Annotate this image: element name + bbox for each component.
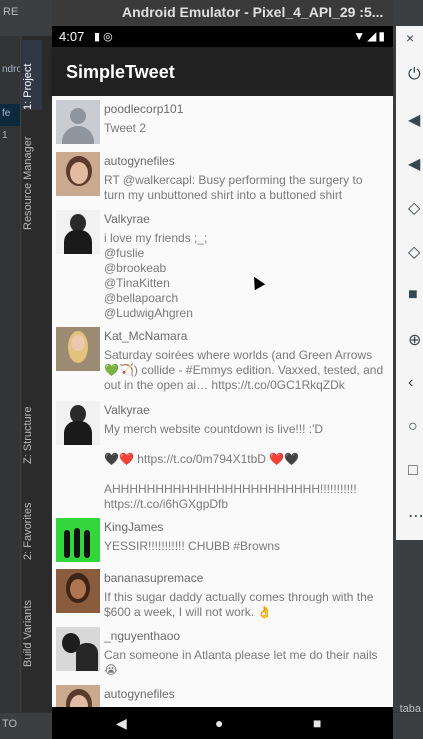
status-time: 4:07: [59, 29, 85, 44]
tab-build-variants[interactable]: Build Variants: [22, 595, 42, 667]
power-icon[interactable]: ⏻: [408, 66, 421, 84]
device-screen: 4:07 ▮ ◎ ▼◢▮ SimpleTweet poodlecorp101 T…: [52, 26, 393, 739]
list-item[interactable]: bananasupremace If this sugar daddy actu…: [52, 565, 393, 623]
ide-tree-row[interactable]: [0, 82, 20, 104]
tweet-body: My merch website countdown is live!!! :'…: [104, 422, 357, 511]
tweet-username: Valkyrae: [104, 212, 150, 226]
app-title: SimpleTweet: [66, 62, 175, 82]
rotate-right-icon[interactable]: ◇: [408, 242, 420, 262]
ide-bottom-right-label[interactable]: taba: [400, 703, 421, 715]
volume-down-icon[interactable]: ◀: [408, 154, 420, 174]
list-item[interactable]: Valkyrae My merch website countdown is l…: [52, 397, 393, 514]
list-item[interactable]: autogynefiles: [52, 681, 393, 707]
tweet-username: _nguyenthaoo: [104, 629, 181, 643]
tweet-body: i love my friends ;_; @fuslie @brookeab …: [104, 231, 208, 320]
zoom-icon[interactable]: ⊕: [408, 330, 421, 350]
avatar[interactable]: [56, 569, 100, 613]
avatar[interactable]: [56, 100, 100, 144]
system-nav-bar: ◀ ● ■: [52, 707, 393, 739]
tab-project[interactable]: 1: Project: [22, 40, 42, 110]
tweet-username: Valkyrae: [104, 403, 150, 417]
list-item[interactable]: _nguyenthaoo Can someone in Atlanta plea…: [52, 623, 393, 681]
signal-battery-icons: ▼◢▮: [353, 29, 387, 43]
ide-tree-row[interactable]: 1: [0, 126, 20, 148]
status-bar: 4:07 ▮ ◎ ▼◢▮: [52, 26, 393, 47]
tweet-body: Saturday soirées where worlds (and Green…: [104, 348, 384, 392]
list-item[interactable]: Valkyrae i love my friends ;_; @fuslie @…: [52, 206, 393, 323]
back-icon[interactable]: ‹: [408, 374, 413, 392]
avatar[interactable]: [56, 401, 100, 445]
emulator-controls-panel: × ⏻ ◀ ◀ ◇ ◇ ■ ⊕ ‹ ○ □ ⋯: [396, 26, 423, 540]
tweet-body: RT @walkercapl: Busy performing the surg…: [104, 173, 363, 202]
tweet-body: Tweet 2: [104, 121, 147, 135]
overview-icon[interactable]: □: [408, 462, 418, 480]
tweet-username: autogynefiles: [104, 154, 175, 168]
tweet-body: Can someone in Atlanta please let me do …: [104, 648, 378, 677]
avatar[interactable]: [56, 210, 100, 254]
tweet-username: poodlecorp101: [104, 102, 184, 116]
rotate-left-icon[interactable]: ◇: [408, 198, 420, 218]
ide-tab[interactable]: RE: [0, 0, 22, 26]
tweet-username: bananasupremace: [104, 571, 204, 585]
notification-icons: ▮ ◎: [94, 31, 113, 43]
volume-up-icon[interactable]: ◀: [408, 110, 420, 130]
list-item[interactable]: KingJames YESSIR!!!!!!!!!!! CHUBB #Brown…: [52, 514, 393, 565]
list-item[interactable]: poodlecorp101 Tweet 2: [52, 96, 393, 148]
avatar[interactable]: [56, 685, 100, 707]
nav-back-icon[interactable]: ◀: [116, 715, 127, 732]
nav-home-icon[interactable]: ●: [215, 715, 223, 731]
tweet-list[interactable]: poodlecorp101 Tweet 2 autogynefiles RT @…: [52, 96, 393, 707]
ide-bottom-tab[interactable]: TO: [2, 718, 17, 730]
tweet-body: YESSIR!!!!!!!!!!! CHUBB #Browns: [104, 539, 281, 553]
avatar[interactable]: [56, 327, 100, 371]
tab-resource-manager[interactable]: Resource Manager: [22, 130, 42, 230]
close-icon[interactable]: ×: [406, 30, 414, 46]
list-item[interactable]: autogynefiles RT @walkercapl: Busy perfo…: [52, 148, 393, 206]
emulator-title: Android Emulator - Pixel_4_API_29 :5...: [52, 0, 393, 26]
tab-favorites[interactable]: 2: Favorites: [22, 496, 42, 560]
tweet-body: If this sugar daddy actually comes throu…: [104, 590, 374, 619]
tweet-username: KingJames: [104, 520, 164, 534]
nav-recent-icon[interactable]: ■: [313, 715, 321, 731]
app-toolbar: SimpleTweet: [52, 47, 393, 96]
tweet-username: autogynefiles: [104, 687, 175, 701]
tab-structure[interactable]: Z: Structure: [22, 400, 42, 464]
avatar[interactable]: [56, 152, 100, 196]
tweet-username: Kat_McNamara: [104, 329, 188, 343]
list-item[interactable]: Kat_McNamara Saturday soirées where worl…: [52, 323, 393, 397]
ide-project-panel: ndroi fe 1: [0, 36, 20, 739]
avatar[interactable]: [56, 518, 100, 562]
avatar[interactable]: [56, 627, 100, 671]
more-icon[interactable]: ⋯: [408, 506, 423, 526]
home-icon[interactable]: ○: [408, 418, 418, 436]
ide-tree-row[interactable]: ndroi: [0, 60, 20, 82]
ide-tree-row[interactable]: fe: [0, 104, 20, 126]
camera-icon[interactable]: ■: [408, 286, 418, 304]
